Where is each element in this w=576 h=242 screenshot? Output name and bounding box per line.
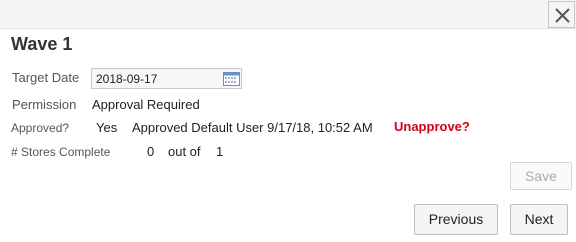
approved-label: Approved? [11, 121, 70, 135]
target-date-value: 2018-09-17 [96, 72, 158, 86]
target-date-label: Target Date [12, 70, 80, 85]
stores-total-count: 1 [216, 144, 224, 159]
approved-value: Yes [96, 120, 118, 135]
calendar-icon[interactable] [223, 72, 240, 86]
approved-detail: Approved Default User 9/17/18, 10:52 AM [132, 120, 373, 135]
unapprove-link[interactable]: Unapprove? [394, 119, 470, 134]
dialog-header-bar [0, 0, 576, 29]
permission-label: Permission [12, 97, 77, 112]
close-button[interactable] [548, 1, 575, 28]
previous-button[interactable]: Previous [414, 204, 498, 235]
close-icon [555, 8, 570, 23]
next-button[interactable]: Next [510, 204, 568, 235]
save-button[interactable]: Save [510, 162, 572, 190]
target-date-input[interactable]: 2018-09-17 [91, 68, 242, 89]
stores-out-of-label: out of [168, 144, 201, 159]
stores-completed-count: 0 [147, 144, 155, 159]
permission-value: Approval Required [92, 97, 200, 112]
page-title: Wave 1 [11, 34, 73, 54]
stores-complete-label: # Stores Complete [11, 145, 111, 159]
